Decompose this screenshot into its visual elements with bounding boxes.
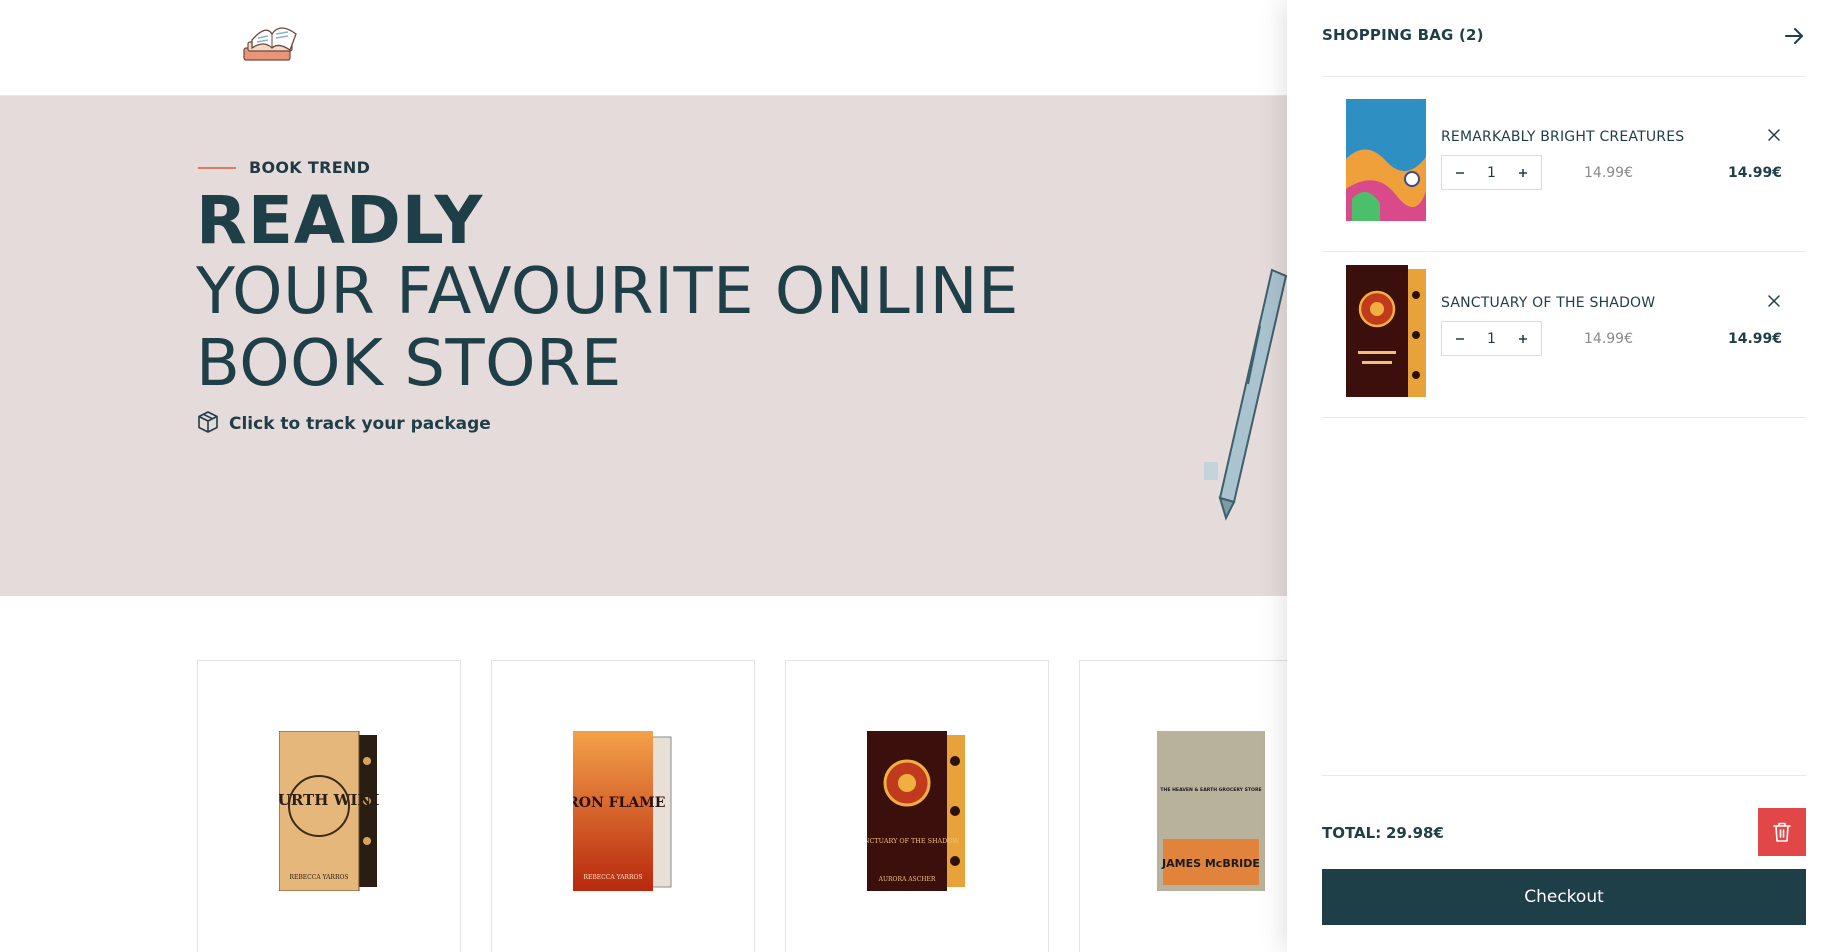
- package-box-icon: [196, 410, 220, 438]
- quantity-input[interactable]: [1476, 330, 1507, 347]
- cart-item-thumbnail[interactable]: [1346, 99, 1426, 221]
- eyebrow-text: BOOK TREND: [249, 158, 371, 177]
- book-title-text: SANCTUARY OF THE SHADOW: [867, 837, 960, 845]
- total-value: 29.98€: [1386, 824, 1444, 842]
- cart-item: REMARKABLY BRIGHT CREATURES 14.99€ 14.99…: [1322, 77, 1806, 252]
- cart-item-name: REMARKABLY BRIGHT CREATURES: [1441, 129, 1685, 145]
- remove-item-close-icon[interactable]: [1766, 127, 1782, 143]
- remove-item-close-icon[interactable]: [1766, 293, 1782, 309]
- book-author-text: AURORA ASCHER: [878, 876, 936, 883]
- hero-title: READLY: [196, 182, 484, 259]
- product-card[interactable]: FOURTH WING REBECCA YARROS: [197, 660, 461, 952]
- shopping-bag-drawer: SHOPPING BAG (2) REMARKABLY BRIGHT CREAT…: [1287, 0, 1839, 952]
- quantity-stepper: [1441, 321, 1542, 356]
- quantity-stepper: [1441, 155, 1542, 190]
- book-title-text: THE HEAVEN & EARTH GROCERY STORE: [1160, 787, 1261, 793]
- line-total: 14.99€: [1727, 331, 1782, 347]
- book-title-text: FOURTH WING: [279, 791, 379, 809]
- book-cover-fourth-wing: FOURTH WING REBECCA YARROS: [254, 730, 384, 895]
- clear-bag-trash-icon[interactable]: [1758, 808, 1806, 856]
- increase-quantity-plus-icon[interactable]: [1515, 331, 1531, 347]
- product-card[interactable]: IRON FLAME REBECCA YARROS: [491, 660, 755, 952]
- book-title-text: IRON FLAME: [573, 795, 665, 811]
- drawer-header: SHOPPING BAG (2): [1322, 0, 1806, 77]
- book-author-text: JAMES McBRIDE: [1161, 857, 1260, 870]
- footer-divider: [1322, 775, 1806, 776]
- book-author-text: REBECCA YARROS: [583, 874, 642, 881]
- line-total: 14.99€: [1727, 165, 1782, 181]
- book-cover-heaven-earth: THE HEAVEN & EARTH GROCERY STORE JAMES M…: [1157, 731, 1265, 895]
- cart-item-name: SANCTUARY OF THE SHADOW: [1441, 295, 1656, 311]
- shopping-bag-title: SHOPPING BAG (2): [1322, 26, 1484, 44]
- product-grid: FOURTH WING REBECCA YARROS IRON FLAME RE…: [197, 660, 1343, 952]
- product-card[interactable]: SANCTUARY OF THE SHADOW AURORA ASCHER: [785, 660, 1049, 952]
- book-cover-sanctuary: SANCTUARY OF THE SHADOW AURORA ASCHER: [855, 731, 967, 895]
- total-label: TOTAL:: [1322, 824, 1382, 842]
- eyebrow-line: [198, 166, 236, 169]
- checkout-button[interactable]: Checkout: [1322, 869, 1806, 925]
- increase-quantity-plus-icon[interactable]: [1515, 165, 1531, 181]
- unit-price: 14.99€: [1584, 331, 1633, 347]
- track-package-label: Click to track your package: [229, 414, 491, 434]
- decrease-quantity-minus-icon[interactable]: [1452, 331, 1468, 347]
- unit-price: 14.99€: [1584, 165, 1633, 181]
- close-drawer-arrow-icon[interactable]: [1782, 24, 1806, 48]
- hero-eyebrow: BOOK TREND: [198, 158, 370, 177]
- decrease-quantity-minus-icon[interactable]: [1452, 165, 1468, 181]
- cart-item-thumbnail[interactable]: [1346, 265, 1426, 397]
- hero-subtitle: YOUR FAVOURITE ONLINE BOOK STORE: [196, 255, 1019, 401]
- quantity-input[interactable]: [1476, 164, 1507, 181]
- logo-book-icon[interactable]: [238, 18, 302, 68]
- page: BOOK TREND READLY YOUR FAVOURITE ONLINE …: [0, 0, 1839, 952]
- track-package-link[interactable]: Click to track your package: [196, 410, 491, 438]
- book-cover-iron-flame: IRON FLAME REBECCA YARROS: [561, 731, 673, 895]
- pen-illustration: [1200, 266, 1290, 526]
- book-author-text: REBECCA YARROS: [289, 874, 348, 881]
- cart-item: SANCTUARY OF THE SHADOW 14.99€ 14.99€: [1322, 243, 1806, 418]
